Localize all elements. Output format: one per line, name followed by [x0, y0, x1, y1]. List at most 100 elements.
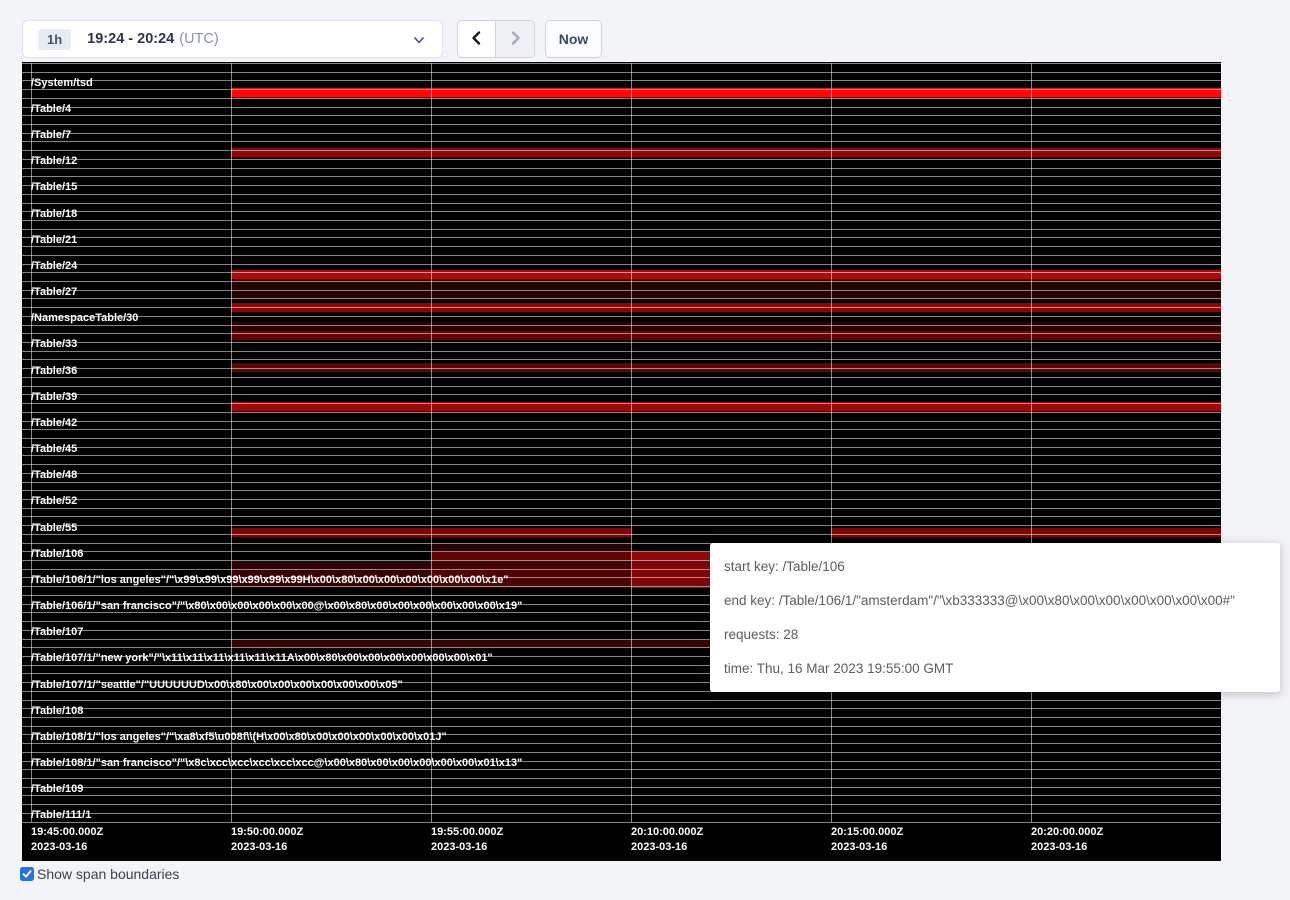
- span-boundary-line: [22, 516, 1221, 517]
- span-key-label: /Table/7: [31, 129, 71, 141]
- heat-band: [831, 528, 1221, 537]
- span-boundary-line: [22, 708, 1221, 709]
- span-boundary-line: [22, 804, 1221, 805]
- time-window-selector[interactable]: 1h 19:24 - 20:24 (UTC): [22, 20, 443, 58]
- span-key-label: /Table/15: [31, 181, 77, 193]
- span-boundary-line: [22, 115, 1221, 116]
- span-boundary-line: [22, 499, 1221, 500]
- time-boundary-line: [231, 63, 232, 822]
- span-boundary-line: [22, 150, 1221, 151]
- span-boundary-line: [22, 220, 1221, 221]
- time-axis-tick: 19:45:00.000Z2023-03-16: [31, 825, 103, 855]
- span-boundary-line: [22, 107, 1221, 108]
- chevron-down-icon: [412, 33, 426, 47]
- span-boundary-line: [22, 98, 1221, 99]
- span-boundary-line: [22, 298, 1221, 299]
- time-boundary-line: [631, 63, 632, 822]
- tooltip-line: time: Thu, 16 Mar 2023 19:55:00 GMT: [724, 652, 1280, 686]
- chevron-left-icon: [469, 30, 485, 49]
- span-key-label: /Table/36: [31, 365, 77, 377]
- span-boundary-line: [22, 377, 1221, 378]
- span-boundary-line: [22, 473, 1221, 474]
- span-key-label: /Table/107/1/"new york"/"\x11\x11\x11\x1…: [31, 652, 493, 664]
- tooltip-line: end key: /Table/106/1/"amsterdam"/"\xb33…: [724, 584, 1280, 618]
- span-boundary-line: [22, 726, 1221, 727]
- span-boundary-line: [22, 455, 1221, 456]
- heat-band: [431, 544, 631, 551]
- span-boundary-line: [22, 133, 1221, 134]
- span-boundary-line: [22, 351, 1221, 352]
- span-key-label: /Table/45: [31, 443, 77, 455]
- span-boundary-line: [22, 168, 1221, 169]
- span-boundary-line: [22, 525, 1221, 526]
- span-boundary-line: [22, 203, 1221, 204]
- span-boundary-line: [22, 316, 1221, 317]
- span-boundary-line: [22, 246, 1221, 247]
- span-boundary-line: [22, 429, 1221, 430]
- check-icon: [22, 869, 32, 879]
- span-boundary-line: [22, 124, 1221, 125]
- time-window-range: 19:24 - 20:24: [87, 31, 174, 47]
- span-boundary-line: [22, 211, 1221, 212]
- span-boundary-line: [22, 325, 1221, 326]
- span-boundary-line: [22, 333, 1221, 334]
- next-time-window-button[interactable]: [496, 21, 534, 57]
- span-key-label: /Table/12: [31, 155, 77, 167]
- span-boundary-line: [22, 386, 1221, 387]
- span-key-label: /Table/33: [31, 338, 77, 350]
- span-boundary-line: [22, 813, 1221, 814]
- tooltip-line: start key: /Table/106: [724, 550, 1280, 584]
- span-boundary-line: [22, 264, 1221, 265]
- show-span-boundaries-checkbox[interactable]: [20, 867, 34, 881]
- span-key-label: /Table/108: [31, 705, 83, 717]
- span-boundary-line: [22, 237, 1221, 238]
- span-boundary-line: [22, 778, 1221, 779]
- span-boundary-line: [22, 255, 1221, 256]
- span-key-label: /Table/106: [31, 548, 83, 560]
- span-boundary-line: [22, 281, 1221, 282]
- span-key-label: /Table/106/1/"los angeles"/"\x99\x99\x99…: [31, 574, 509, 586]
- footer-controls: Show span boundaries: [20, 866, 179, 882]
- span-boundary-line: [22, 394, 1221, 395]
- time-axis-tick: 19:50:00.000Z2023-03-16: [231, 825, 303, 855]
- time-window-step-group: [457, 20, 535, 58]
- span-boundary-line: [22, 63, 1221, 64]
- span-boundary-line: [22, 342, 1221, 343]
- span-boundary-line: [22, 482, 1221, 483]
- span-key-label: /Table/108/1/"san francisco"/"\x8c\xcc\x…: [31, 757, 522, 769]
- span-key-label: /Table/42: [31, 417, 77, 429]
- span-boundary-line: [22, 787, 1221, 788]
- span-boundary-line: [22, 307, 1221, 308]
- prev-time-window-button[interactable]: [458, 21, 496, 57]
- span-boundary-line: [22, 159, 1221, 160]
- span-key-label: /NamespaceTable/30: [31, 312, 138, 324]
- span-key-label: /Table/107/1/"seattle"/"UUUUUUD\x00\x80\…: [31, 679, 403, 691]
- span-boundary-line: [22, 508, 1221, 509]
- time-axis-tick: 19:55:00.000Z2023-03-16: [431, 825, 503, 855]
- span-key-label: /Table/24: [31, 260, 77, 272]
- time-axis-tick: 20:15:00.000Z2023-03-16: [831, 825, 903, 855]
- span-boundary-line: [22, 412, 1221, 413]
- span-boundary-line: [22, 822, 1221, 823]
- span-key-label: /Table/55: [31, 522, 77, 534]
- span-boundary-line: [22, 743, 1221, 744]
- span-boundary-line: [22, 464, 1221, 465]
- time-boundary-line: [831, 63, 832, 822]
- span-boundary-line: [22, 534, 1221, 535]
- span-boundary-line: [22, 447, 1221, 448]
- span-key-label: /Table/27: [31, 286, 77, 298]
- key-visualizer-canvas[interactable]: /System/tsd/Table/4/Table/7/Table/12/Tab…: [22, 62, 1221, 861]
- span-boundary-line: [22, 490, 1221, 491]
- span-boundary-line: [22, 717, 1221, 718]
- span-boundary-line: [22, 89, 1221, 90]
- span-key-label: /Table/107: [31, 626, 83, 638]
- span-boundary-line: [22, 700, 1221, 701]
- time-boundary-line: [431, 63, 432, 822]
- span-boundary-line: [22, 368, 1221, 369]
- heat-band: [231, 322, 1221, 331]
- span-boundary-line: [22, 769, 1221, 770]
- tooltip-line: requests: 28: [724, 618, 1280, 652]
- show-span-boundaries-label: Show span boundaries: [37, 866, 179, 882]
- time-boundary-line: [1031, 63, 1032, 822]
- now-button[interactable]: Now: [545, 20, 602, 58]
